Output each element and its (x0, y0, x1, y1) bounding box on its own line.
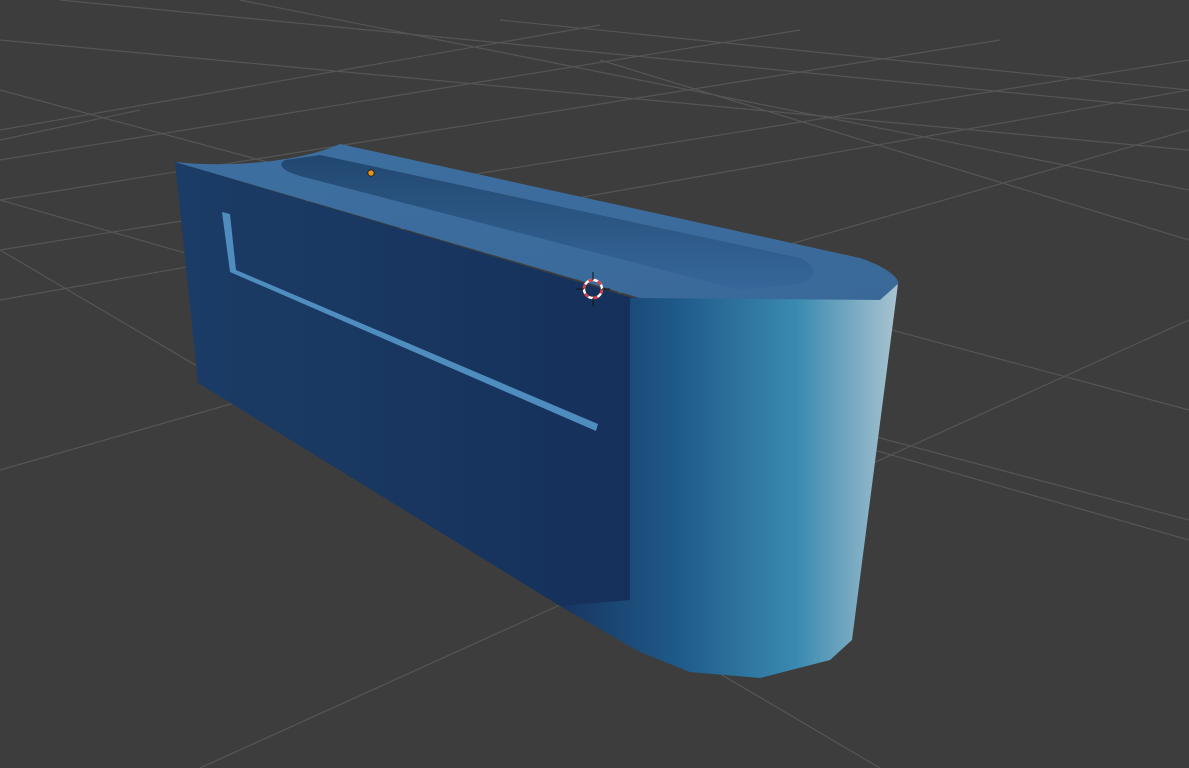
viewport-scene[interactable] (0, 0, 1189, 768)
object-origin-icon (367, 169, 375, 177)
mesh-object[interactable] (175, 144, 899, 678)
3d-viewport[interactable] (0, 0, 1189, 768)
